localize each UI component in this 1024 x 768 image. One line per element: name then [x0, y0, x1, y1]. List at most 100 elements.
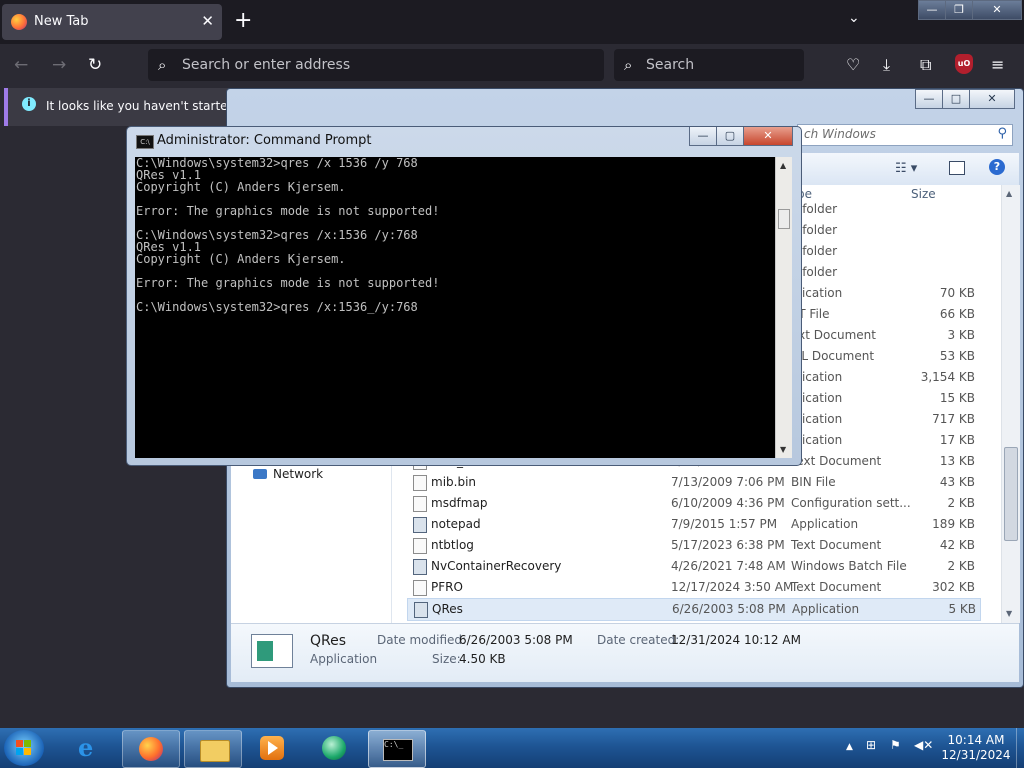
file-size: 2 KB — [947, 496, 975, 510]
ff-close-button[interactable]: ✕ — [972, 0, 1022, 20]
file-row[interactable]: PFRO 12/17/2024 3:50 AM Text Document 302 K… — [407, 577, 979, 598]
file-icon — [413, 538, 427, 554]
scroll-thumb[interactable] — [1004, 447, 1018, 541]
help-icon[interactable]: ? — [989, 159, 1005, 175]
file-date: 4/26/2021 7:48 AM — [671, 559, 786, 573]
taskbar-command-prompt[interactable]: C:\_ — [368, 730, 426, 768]
menu-icon[interactable]: ≡ — [991, 55, 1004, 74]
new-tab-button[interactable]: + — [234, 8, 252, 34]
ublock-origin-icon[interactable]: uO — [955, 54, 973, 74]
file-row[interactable]: notepad 7/9/2015 1:57 PM Application 189 KB — [407, 514, 979, 535]
details-pane: QRes Application Date modified: 6/26/200… — [231, 623, 1019, 682]
scroll-down-icon[interactable]: ▼ — [780, 445, 786, 454]
date-created-label: Date created: — [597, 633, 680, 647]
file-row[interactable]: mib.bin 7/13/2009 7:06 PM BIN File 43 KB — [407, 472, 979, 493]
console-line: Error: The graphics mode is not supporte… — [136, 204, 440, 218]
media-player-icon — [260, 736, 284, 760]
explorer-minimize-button[interactable]: — — [915, 89, 943, 109]
reload-icon[interactable]: ↻ — [88, 55, 102, 75]
taskbar-firefox[interactable] — [122, 730, 180, 768]
taskbar-app[interactable] — [306, 730, 362, 766]
nav-item-network[interactable]: Network — [253, 467, 323, 481]
ff-minimize-button[interactable]: — — [918, 0, 946, 20]
search-icon: ⌕ — [158, 56, 167, 74]
explorer-search-input[interactable]: ch Windows ⚲ — [797, 124, 1013, 146]
command-prompt-icon: C:\_ — [383, 739, 413, 761]
windows-logo-icon — [16, 740, 32, 756]
console-line: C:\Windows\system32>qres /x:1536_/y:768 — [136, 300, 418, 314]
console-line: Error: The graphics mode is not supporte… — [136, 276, 440, 290]
application-icon — [413, 559, 427, 575]
file-type: Application — [792, 602, 860, 616]
back-arrow-icon[interactable]: ← — [14, 55, 28, 75]
file-type: Text Document — [791, 580, 882, 594]
tray-overflow-icon[interactable]: ▲ — [846, 742, 853, 752]
tab-close-icon[interactable]: ✕ — [201, 12, 214, 30]
explorer-search-placeholder: ch Windows — [804, 127, 876, 141]
explorer-close-button[interactable]: ✕ — [969, 89, 1015, 109]
file-name: mib.bin — [431, 475, 477, 489]
console-line: Copyright (C) Anders Kjersem. — [136, 180, 346, 194]
explorer-maximize-button[interactable]: □ — [942, 89, 970, 109]
tab-new-tab[interactable]: New Tab ✕ — [2, 4, 222, 40]
info-icon: i — [22, 97, 36, 111]
file-size: 43 KB — [939, 475, 975, 489]
taskbar-internet-explorer[interactable]: e — [62, 730, 118, 766]
taskbar: e C:\_ ▲ ⊞ ⚑ ◀✕ 10:14 AM 12/31/2024 — [0, 728, 1024, 768]
pocket-icon[interactable]: ♡ — [846, 55, 860, 74]
firefox-tab-bar: New Tab ✕ + ⌄ — ❐ ✕ — [0, 0, 1024, 44]
forward-arrow-icon[interactable]: → — [52, 55, 66, 75]
file-date: 12/17/2024 3:50 AM — [671, 580, 794, 594]
notification-text: It looks like you haven't started Fir — [46, 99, 254, 113]
show-desktop-button[interactable] — [1016, 728, 1024, 768]
volume-muted-icon[interactable]: ◀✕ — [914, 738, 933, 752]
taskbar-media-player[interactable] — [244, 730, 300, 766]
network-tray-icon[interactable]: ⊞ — [866, 738, 876, 752]
firefox-nav-bar: ← → ↻ ⌕ Search or enter address ⌕ Search… — [0, 44, 1024, 86]
details-file-type: Application — [310, 652, 378, 666]
preview-pane-icon[interactable] — [949, 161, 965, 175]
ff-restore-button[interactable]: ❐ — [945, 0, 973, 20]
cmd-maximize-button[interactable]: ▢ — [716, 127, 744, 146]
app-icon — [322, 736, 346, 760]
file-row[interactable]: QRes 6/26/2003 5:08 PM Application 5 KB — [407, 598, 981, 621]
firefox-icon — [11, 14, 27, 30]
scroll-up-icon[interactable]: ▲ — [780, 161, 786, 170]
file-size: 5 KB — [948, 602, 976, 616]
file-type: Application — [791, 517, 859, 531]
file-date: 7/13/2009 7:06 PM — [671, 475, 785, 489]
file-row[interactable]: msdfmap 6/10/2009 4:36 PM Configuration se… — [407, 493, 979, 514]
cmd-minimize-button[interactable]: — — [689, 127, 717, 146]
cmd-close-button[interactable]: ✕ — [743, 127, 793, 146]
start-button[interactable] — [4, 730, 44, 766]
search-icon: ⌕ — [624, 56, 633, 74]
url-bar[interactable]: ⌕ Search or enter address — [148, 49, 604, 81]
scroll-down-icon[interactable]: ▼ — [1006, 609, 1012, 618]
file-type: Text Document — [791, 454, 882, 468]
file-type: Text Document — [791, 538, 882, 552]
date-created-value: 12/31/2024 10:12 AM — [671, 633, 801, 647]
file-row[interactable]: NvContainerRecovery 4/26/2021 7:48 AM Wind… — [407, 556, 979, 577]
file-icon — [413, 475, 427, 491]
explorer-scrollbar[interactable]: ▲ ▼ — [1001, 185, 1020, 623]
taskbar-explorer[interactable] — [184, 730, 242, 768]
folder-icon — [200, 740, 230, 762]
change-view-icon[interactable]: ☷ ▾ — [895, 161, 917, 176]
date-modified-label: Date modified: — [377, 633, 467, 647]
action-center-flag-icon[interactable]: ⚑ — [890, 738, 901, 752]
search-placeholder: Search — [646, 57, 695, 73]
scroll-thumb[interactable] — [778, 209, 790, 229]
file-size: 53 KB — [939, 349, 975, 363]
search-bar[interactable]: ⌕ Search — [614, 49, 804, 81]
extensions-icon[interactable]: ⧉ — [920, 55, 931, 75]
console-output[interactable]: C:\Windows\system32>qres /x 1536 /y 768 Q… — [135, 157, 775, 458]
network-icon — [253, 469, 267, 479]
downloads-icon[interactable]: ⤓ — [883, 55, 890, 75]
cmd-scrollbar[interactable]: ▲ ▼ — [775, 157, 792, 458]
scroll-up-icon[interactable]: ▲ — [1006, 189, 1012, 198]
file-size: 13 KB — [939, 454, 975, 468]
file-row[interactable]: ntbtlog 5/17/2023 6:38 PM Text Document 42 … — [407, 535, 979, 556]
file-size: 717 KB — [932, 412, 975, 426]
clock[interactable]: 10:14 AM 12/31/2024 — [936, 733, 1016, 763]
list-all-tabs-icon[interactable]: ⌄ — [848, 10, 860, 26]
